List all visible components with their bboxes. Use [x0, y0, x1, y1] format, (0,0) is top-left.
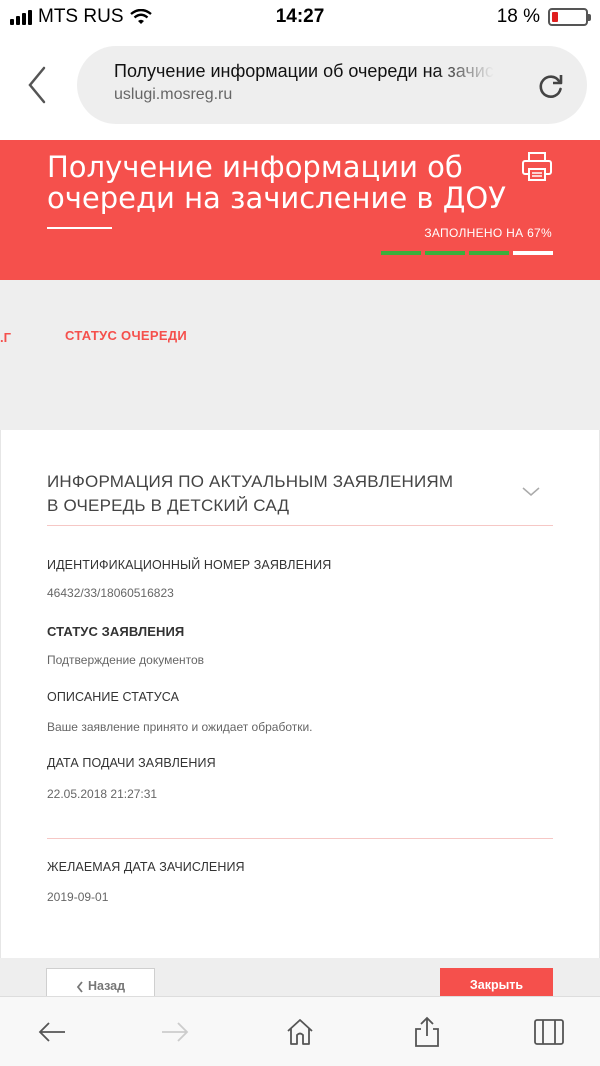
- field-label-submitted: ДАТА ПОДАЧИ ЗАЯВЛЕНИЯ: [47, 756, 216, 770]
- browser-address-bar: Получение информации об очереди на зачис…: [0, 36, 600, 136]
- field-label-description: ОПИСАНИЕ СТАТУСА: [47, 690, 180, 704]
- step-current[interactable]: СТАТУС ОЧЕРЕДИ: [65, 328, 187, 343]
- url-page-title: Получение информации об очереди на зачис…: [114, 61, 494, 82]
- field-value-id: 46432/33/18060516823: [47, 586, 174, 600]
- chevron-left-icon: [76, 981, 83, 993]
- progress-segment: [425, 251, 465, 255]
- field-value-submitted: 22.05.2018 21:27:31: [47, 787, 158, 801]
- section-divider: [47, 525, 553, 526]
- field-label-desired-date: ЖЕЛАЕМАЯ ДАТА ЗАЧИСЛЕНИЯ: [47, 860, 245, 874]
- progress-bar: [381, 251, 553, 255]
- title-underline: [47, 227, 112, 229]
- progress-label: ЗАПОЛНЕНО НА 67%: [424, 226, 552, 240]
- steps-band: .Г СТАТУС ОЧЕРЕДИ: [0, 280, 600, 430]
- info-card: ИНФОРМАЦИЯ ПО АКТУАЛЬНЫМ ЗАЯВЛЕНИЯМ В ОЧ…: [0, 430, 600, 958]
- battery-group: 18 %: [496, 6, 591, 28]
- browser-toolbar: [0, 996, 600, 1066]
- progress-segment: [381, 251, 421, 255]
- page-title: Получение информации об очереди на зачис…: [47, 150, 506, 215]
- browser-back-chevron-icon[interactable]: [20, 62, 56, 108]
- battery-icon: [548, 8, 591, 26]
- chevron-down-icon[interactable]: [522, 487, 540, 497]
- status-bar: MTS RUS 14:27 18 %: [0, 0, 600, 36]
- step-previous[interactable]: .Г: [0, 330, 11, 345]
- back-icon[interactable]: [35, 1015, 69, 1049]
- reload-icon[interactable]: [537, 72, 565, 100]
- url-host: uslugi.mosreg.ru: [114, 86, 233, 103]
- progress-segment: [469, 251, 509, 255]
- field-label-id: ИДЕНТИФИКАЦИОННЫЙ НОМЕР ЗАЯВЛЕНИЯ: [47, 558, 332, 572]
- action-row: Назад Закрыть: [0, 958, 600, 1008]
- service-header: Получение информации об очереди на зачис…: [0, 140, 600, 280]
- field-label-status: СТАТУС ЗАЯВЛЕНИЯ: [47, 624, 185, 639]
- url-field[interactable]: Получение информации об очереди на зачис…: [77, 46, 587, 124]
- field-value-status: Подтверждение документов: [47, 653, 205, 667]
- tabs-icon[interactable]: [532, 1015, 566, 1049]
- share-icon[interactable]: [410, 1015, 444, 1049]
- print-icon[interactable]: [520, 150, 554, 184]
- back-button-label: Назад: [87, 979, 126, 993]
- home-icon[interactable]: [283, 1015, 317, 1049]
- progress-segment: [513, 251, 553, 255]
- section-title[interactable]: ИНФОРМАЦИЯ ПО АКТУАЛЬНЫМ ЗАЯВЛЕНИЯМ В ОЧ…: [47, 470, 467, 518]
- field-value-desired-date: 2019-09-01: [47, 890, 109, 904]
- field-divider: [47, 838, 553, 839]
- forward-icon[interactable]: [158, 1015, 192, 1049]
- battery-percent: 18 %: [496, 6, 540, 27]
- close-button-label: Закрыть: [469, 978, 524, 992]
- field-value-description: Ваше заявление принято и ожидает обработ…: [47, 720, 313, 734]
